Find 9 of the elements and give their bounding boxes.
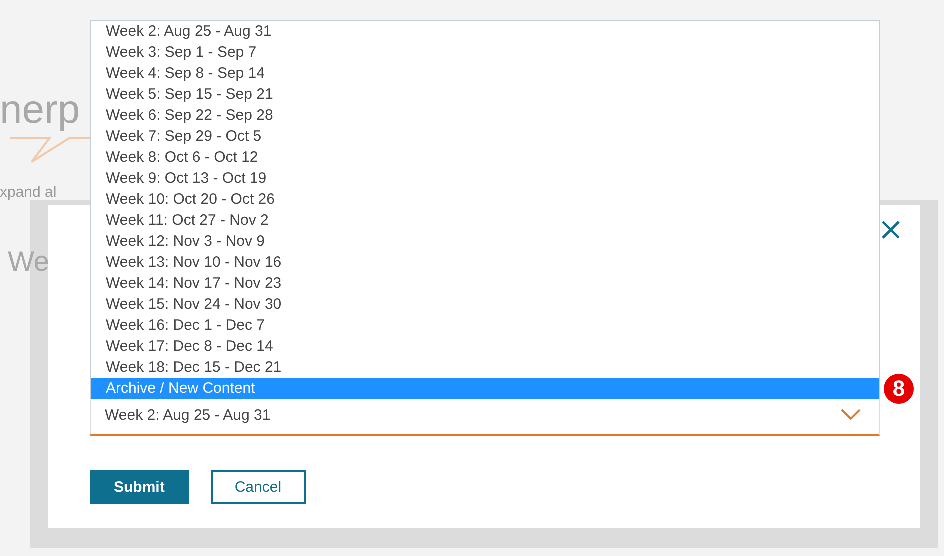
step-badge: 8 <box>884 374 914 404</box>
section-heading: We <box>8 246 50 278</box>
close-button[interactable] <box>880 219 902 241</box>
close-icon <box>880 219 902 241</box>
chevron-down-icon <box>841 409 861 421</box>
page-title: nerp <box>0 88 80 132</box>
cancel-button[interactable]: Cancel <box>210 470 306 504</box>
select-value: Week 2: Aug 25 - Aug 31 <box>105 406 271 424</box>
submit-button[interactable]: Submit <box>90 470 189 504</box>
